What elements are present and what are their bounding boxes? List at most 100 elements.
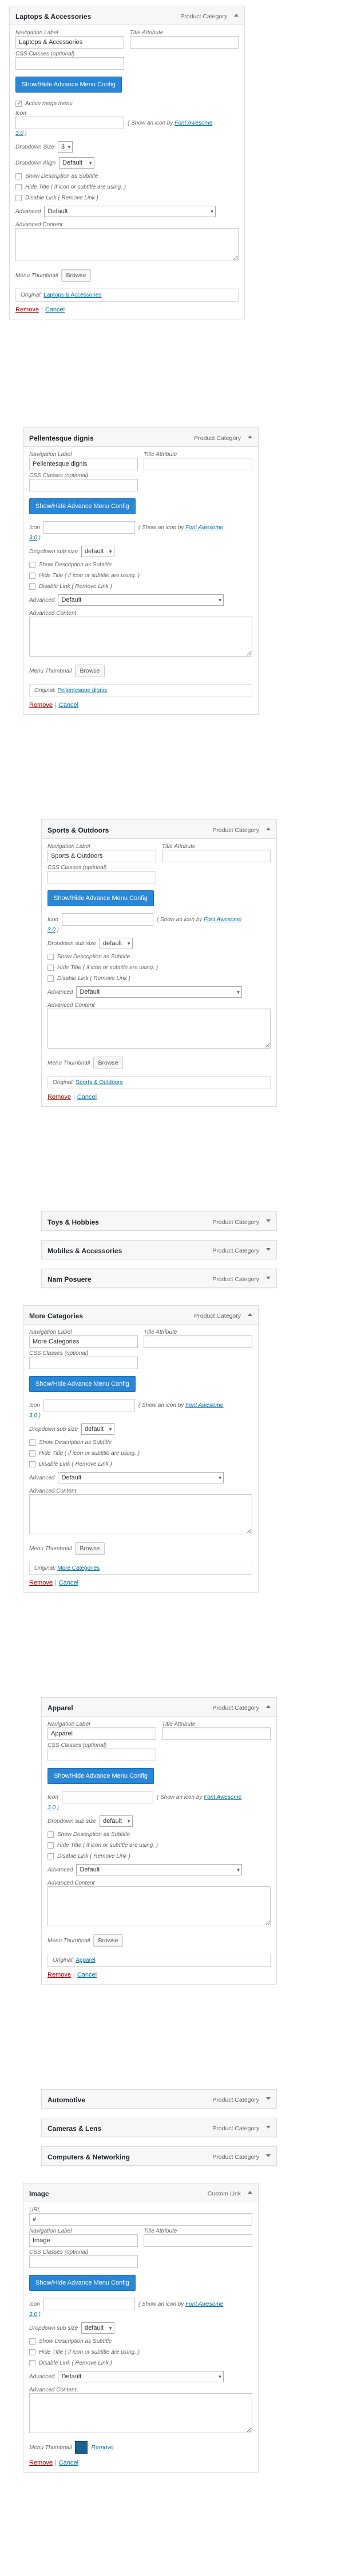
font-awesome-link[interactable]: Font Awesome xyxy=(185,1402,223,1409)
cancel-link[interactable]: Cancel xyxy=(59,2459,78,2466)
nav-label-input[interactable] xyxy=(29,2234,138,2247)
show-desc-checkbox[interactable] xyxy=(29,1439,35,1446)
css-classes-input[interactable] xyxy=(47,871,156,883)
browse-button[interactable]: Browse xyxy=(93,1057,123,1069)
expand-arrow-icon[interactable] xyxy=(266,1277,271,1279)
menu-item-handle[interactable]: Toys & Hobbies Product Category xyxy=(41,1211,277,1231)
advanced-select[interactable]: Default ▼ xyxy=(76,1864,243,1875)
dropdown-sub-size-select[interactable]: default ▼ xyxy=(81,546,115,557)
advanced-content-textarea[interactable] xyxy=(29,617,252,657)
advanced-select[interactable]: Default ▼ xyxy=(44,206,216,217)
dropdown-sub-size-select[interactable]: default ▼ xyxy=(81,2322,115,2334)
advanced-select[interactable]: Default ▼ xyxy=(58,1472,224,1483)
browse-button[interactable]: Browse xyxy=(75,1542,105,1555)
hide-title-checkbox[interactable] xyxy=(29,2349,35,2355)
menu-thumbnail-image[interactable] xyxy=(75,2441,88,2454)
advanced-content-textarea[interactable] xyxy=(47,1886,271,1926)
font-awesome-version-link[interactable]: 3.0 xyxy=(47,1805,55,1811)
advance-config-button[interactable]: Show/Hide Advance Menu Config xyxy=(15,77,122,93)
expand-arrow-icon[interactable] xyxy=(266,1219,271,1222)
original-link[interactable]: Apparel xyxy=(76,1957,95,1963)
font-awesome-version-link[interactable]: 3.0 xyxy=(47,927,55,933)
cancel-link[interactable]: Cancel xyxy=(45,306,65,313)
dropdown-sub-size-select[interactable]: default ▼ xyxy=(81,1423,115,1435)
advance-config-button[interactable]: Show/Hide Advance Menu Config xyxy=(47,890,154,906)
font-awesome-link[interactable]: Font Awesome xyxy=(185,2301,223,2307)
font-awesome-version-link[interactable]: 3.0 xyxy=(29,535,37,541)
menu-item-handle[interactable]: Sports & Outdoors Product Category xyxy=(41,819,277,839)
cancel-link[interactable]: Cancel xyxy=(59,702,78,709)
advance-config-button[interactable]: Show/Hide Advance Menu Config xyxy=(47,1768,154,1784)
menu-item-handle[interactable]: Mobiles & Accessories Product Category xyxy=(41,1240,277,1259)
collapse-arrow-icon[interactable] xyxy=(248,1313,252,1316)
title-attr-input[interactable] xyxy=(144,458,252,470)
icon-input[interactable] xyxy=(43,1399,135,1411)
expand-arrow-icon[interactable] xyxy=(266,1248,271,1251)
original-link[interactable]: Sports & Outdoors xyxy=(76,1079,122,1086)
menu-item-handle[interactable]: Cameras & Lens Product Category xyxy=(41,2118,277,2137)
original-link[interactable]: Laptops & Accessories xyxy=(43,292,101,298)
menu-item-handle[interactable]: Image Custom Link xyxy=(23,2183,259,2202)
url-input[interactable] xyxy=(29,2213,252,2226)
show-desc-checkbox[interactable] xyxy=(15,173,22,179)
font-awesome-version-link[interactable]: 3.0 xyxy=(29,1413,37,1419)
collapse-arrow-icon[interactable] xyxy=(266,827,271,830)
dropdown-size-select[interactable]: 3 ▼ xyxy=(57,141,73,153)
show-desc-checkbox[interactable] xyxy=(47,954,54,960)
original-link[interactable]: Pellentesque dignis xyxy=(57,687,107,694)
advanced-content-textarea[interactable] xyxy=(29,1494,252,1534)
menu-item-handle[interactable]: Apparel Product Category xyxy=(41,1697,277,1717)
disable-link-checkbox[interactable] xyxy=(29,2360,35,2366)
icon-input[interactable] xyxy=(61,1791,153,1803)
icon-input[interactable] xyxy=(43,2298,135,2310)
collapse-arrow-icon[interactable] xyxy=(248,435,252,438)
title-attr-input[interactable] xyxy=(144,1335,252,1348)
show-desc-checkbox[interactable] xyxy=(29,562,35,568)
advance-config-button[interactable]: Show/Hide Advance Menu Config xyxy=(29,498,136,514)
expand-arrow-icon[interactable] xyxy=(266,2097,271,2100)
menu-item-handle[interactable]: More Categories Product Category xyxy=(23,1305,259,1325)
advance-config-button[interactable]: Show/Hide Advance Menu Config xyxy=(29,1376,136,1392)
remove-link[interactable]: Remove xyxy=(15,306,39,313)
hide-title-checkbox[interactable] xyxy=(15,184,22,190)
css-classes-input[interactable] xyxy=(29,2255,138,2268)
icon-input[interactable] xyxy=(15,117,124,129)
title-attr-input[interactable] xyxy=(162,850,271,862)
disable-link-checkbox[interactable] xyxy=(47,975,54,982)
advanced-content-textarea[interactable] xyxy=(29,2393,252,2433)
remove-link[interactable]: Remove xyxy=(47,1971,71,1978)
disable-link-checkbox[interactable] xyxy=(29,1461,35,1467)
remove-link[interactable]: Remove xyxy=(29,702,53,709)
nav-label-input[interactable] xyxy=(29,458,138,470)
font-awesome-link[interactable]: Font Awesome xyxy=(174,120,212,126)
title-attr-input[interactable] xyxy=(162,1727,271,1740)
font-awesome-link[interactable]: Font Awesome xyxy=(204,1794,241,1801)
remove-link[interactable]: Remove xyxy=(47,1094,71,1101)
hide-title-checkbox[interactable] xyxy=(47,1842,54,1849)
icon-input[interactable] xyxy=(61,913,153,926)
font-awesome-version-link[interactable]: 3.0 xyxy=(15,130,23,137)
css-classes-input[interactable] xyxy=(15,57,124,70)
menu-item-handle[interactable]: Nam Posuere Product Category xyxy=(41,1269,277,1288)
remove-link[interactable]: Remove xyxy=(29,2459,53,2466)
remove-link[interactable]: Remove xyxy=(29,1579,53,1586)
collapse-arrow-icon[interactable] xyxy=(234,14,239,17)
advanced-content-textarea[interactable] xyxy=(47,1009,271,1049)
collapse-arrow-icon[interactable] xyxy=(248,2191,252,2194)
advanced-select[interactable]: Default ▼ xyxy=(76,986,243,998)
disable-link-checkbox[interactable] xyxy=(15,195,22,201)
disable-link-checkbox[interactable] xyxy=(47,1853,54,1859)
font-awesome-link[interactable]: Font Awesome xyxy=(204,917,241,923)
hide-title-checkbox[interactable] xyxy=(29,573,35,579)
original-link[interactable]: More Categories xyxy=(57,1565,100,1571)
advanced-content-textarea[interactable] xyxy=(15,228,239,261)
browse-button[interactable]: Browse xyxy=(75,665,105,677)
show-desc-checkbox[interactable] xyxy=(29,2338,35,2345)
browse-button[interactable]: Browse xyxy=(61,269,91,282)
css-classes-input[interactable] xyxy=(47,1749,156,1761)
expand-arrow-icon[interactable] xyxy=(266,2126,271,2129)
expand-arrow-icon[interactable] xyxy=(266,2154,271,2157)
hide-title-checkbox[interactable] xyxy=(47,965,54,971)
font-awesome-link[interactable]: Font Awesome xyxy=(185,525,223,531)
nav-label-input[interactable] xyxy=(47,850,156,862)
